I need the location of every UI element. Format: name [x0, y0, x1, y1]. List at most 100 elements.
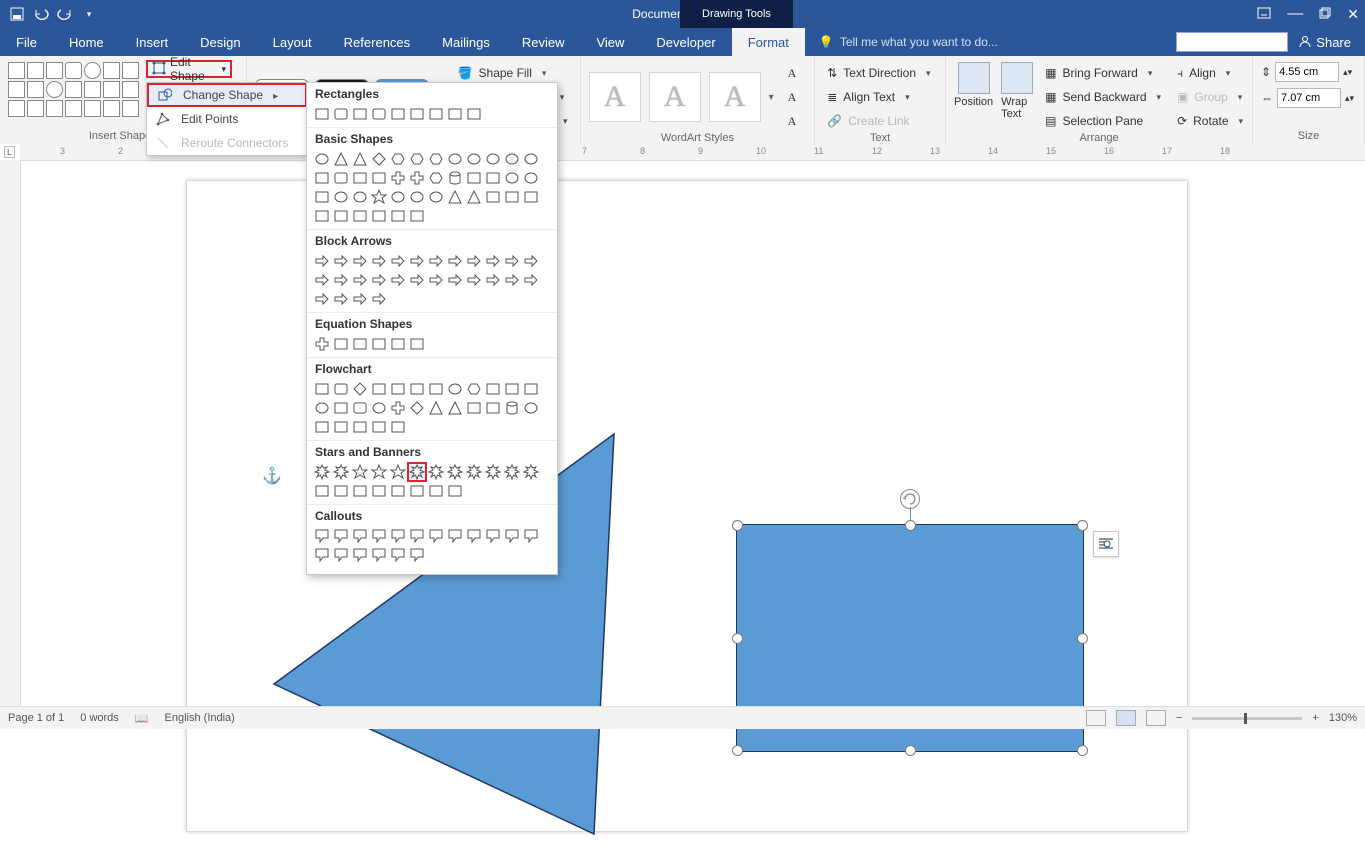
- share-button[interactable]: Share: [1298, 34, 1351, 51]
- shape-arrows-24[interactable]: [313, 290, 331, 308]
- shape-flow-8[interactable]: [465, 380, 483, 398]
- status-page[interactable]: Page 1 of 1: [8, 712, 64, 724]
- shape-eq-5[interactable]: [408, 335, 426, 353]
- shape-basic-30[interactable]: [427, 188, 445, 206]
- equation-grid[interactable]: [307, 333, 557, 357]
- shape-rect-6[interactable]: [427, 105, 445, 123]
- shape-call-17[interactable]: [408, 546, 426, 564]
- shape-arrows-1[interactable]: [332, 252, 350, 270]
- shape-rect-5[interactable]: [408, 105, 426, 123]
- shape-arrows-0[interactable]: [313, 252, 331, 270]
- shape-basic-11[interactable]: [522, 150, 540, 168]
- shape-stars-2[interactable]: [351, 463, 369, 481]
- shape-flow-6[interactable]: [427, 380, 445, 398]
- position-button[interactable]: Position: [954, 62, 993, 108]
- shape-call-11[interactable]: [522, 527, 540, 545]
- shape-rect-4[interactable]: [389, 105, 407, 123]
- shape-basic-40[interactable]: [389, 207, 407, 225]
- tab-view[interactable]: View: [580, 28, 640, 56]
- shape-basic-17[interactable]: [408, 169, 426, 187]
- shape-arrows-8[interactable]: [465, 252, 483, 270]
- redo-icon[interactable]: [56, 5, 74, 23]
- shape-rect-1[interactable]: [332, 105, 350, 123]
- document-canvas[interactable]: 321123456789101112131415161718 L ⚓: [0, 144, 1365, 707]
- shape-basic-9[interactable]: [484, 150, 502, 168]
- menu-change-shape[interactable]: Change Shape: [147, 83, 307, 107]
- shape-flow-1[interactable]: [332, 380, 350, 398]
- shape-basic-34[interactable]: [503, 188, 521, 206]
- shape-flow-25[interactable]: [332, 418, 350, 436]
- tab-format[interactable]: Format: [732, 28, 805, 56]
- rotate-button[interactable]: ⟳Rotate: [1173, 110, 1247, 132]
- shape-basic-0[interactable]: [313, 150, 331, 168]
- shape-flow-23[interactable]: [522, 399, 540, 417]
- shape-arrows-15[interactable]: [370, 271, 388, 289]
- shape-flow-24[interactable]: [313, 418, 331, 436]
- shape-flow-18[interactable]: [427, 399, 445, 417]
- close-icon[interactable]: ✕: [1347, 6, 1359, 23]
- shape-call-1[interactable]: [332, 527, 350, 545]
- shape-basic-25[interactable]: [332, 188, 350, 206]
- resize-handle-w[interactable]: [732, 633, 743, 644]
- create-link-button[interactable]: 🔗Create Link: [823, 110, 934, 132]
- callouts-grid[interactable]: [307, 525, 557, 568]
- shape-arrows-9[interactable]: [484, 252, 502, 270]
- shape-eq-4[interactable]: [389, 335, 407, 353]
- shapes-gallery[interactable]: [8, 62, 139, 117]
- resize-handle-sw[interactable]: [732, 745, 743, 756]
- shape-basic-20[interactable]: [465, 169, 483, 187]
- shape-arrows-3[interactable]: [370, 252, 388, 270]
- shape-stars-11[interactable]: [522, 463, 540, 481]
- status-words[interactable]: 0 words: [80, 712, 119, 724]
- shape-basic-27[interactable]: [370, 188, 388, 206]
- shape-call-7[interactable]: [446, 527, 464, 545]
- shape-rect-8[interactable]: [465, 105, 483, 123]
- resize-handle-ne[interactable]: [1077, 520, 1088, 531]
- tab-review[interactable]: Review: [506, 28, 581, 56]
- ribbon-display-options-icon[interactable]: [1257, 7, 1271, 22]
- shape-flow-26[interactable]: [351, 418, 369, 436]
- stars-grid[interactable]: [307, 461, 557, 504]
- shape-stars-18[interactable]: [427, 482, 445, 500]
- shape-stars-19[interactable]: [446, 482, 464, 500]
- shape-arrows-14[interactable]: [351, 271, 369, 289]
- shape-basic-10[interactable]: [503, 150, 521, 168]
- shape-stars-8[interactable]: [465, 463, 483, 481]
- shape-arrows-7[interactable]: [446, 252, 464, 270]
- shape-arrows-11[interactable]: [522, 252, 540, 270]
- shape-basic-31[interactable]: [446, 188, 464, 206]
- shape-call-2[interactable]: [351, 527, 369, 545]
- shape-basic-39[interactable]: [370, 207, 388, 225]
- shape-basic-2[interactable]: [351, 150, 369, 168]
- send-backward-button[interactable]: ▦Send Backward: [1041, 86, 1165, 108]
- height-spinner-icon[interactable]: ▴▾: [1343, 67, 1352, 78]
- shape-call-0[interactable]: [313, 527, 331, 545]
- layout-options-button[interactable]: [1093, 531, 1119, 557]
- shape-rect-7[interactable]: [446, 105, 464, 123]
- shape-basic-5[interactable]: [408, 150, 426, 168]
- shape-flow-5[interactable]: [408, 380, 426, 398]
- shape-arrows-23[interactable]: [522, 271, 540, 289]
- rotation-handle[interactable]: [900, 489, 920, 509]
- shape-call-8[interactable]: [465, 527, 483, 545]
- shape-arrows-21[interactable]: [484, 271, 502, 289]
- title-search-input[interactable]: [1176, 32, 1288, 52]
- align-text-button[interactable]: ≣Align Text: [823, 86, 934, 108]
- shape-flow-11[interactable]: [522, 380, 540, 398]
- spellcheck-icon[interactable]: 📖: [135, 712, 149, 725]
- shape-call-13[interactable]: [332, 546, 350, 564]
- shape-eq-3[interactable]: [370, 335, 388, 353]
- shape-stars-5[interactable]: [408, 463, 426, 481]
- tab-insert[interactable]: Insert: [120, 28, 185, 56]
- shape-arrows-12[interactable]: [313, 271, 331, 289]
- shape-flow-28[interactable]: [389, 418, 407, 436]
- shape-flow-4[interactable]: [389, 380, 407, 398]
- shape-eq-1[interactable]: [332, 335, 350, 353]
- qat-customize-icon[interactable]: ▾: [80, 5, 98, 23]
- shape-call-3[interactable]: [370, 527, 388, 545]
- shape-basic-36[interactable]: [313, 207, 331, 225]
- shape-basic-32[interactable]: [465, 188, 483, 206]
- rectangles-grid[interactable]: [307, 103, 557, 127]
- shape-flow-22[interactable]: [503, 399, 521, 417]
- selection-pane-button[interactable]: ▤Selection Pane: [1041, 110, 1165, 132]
